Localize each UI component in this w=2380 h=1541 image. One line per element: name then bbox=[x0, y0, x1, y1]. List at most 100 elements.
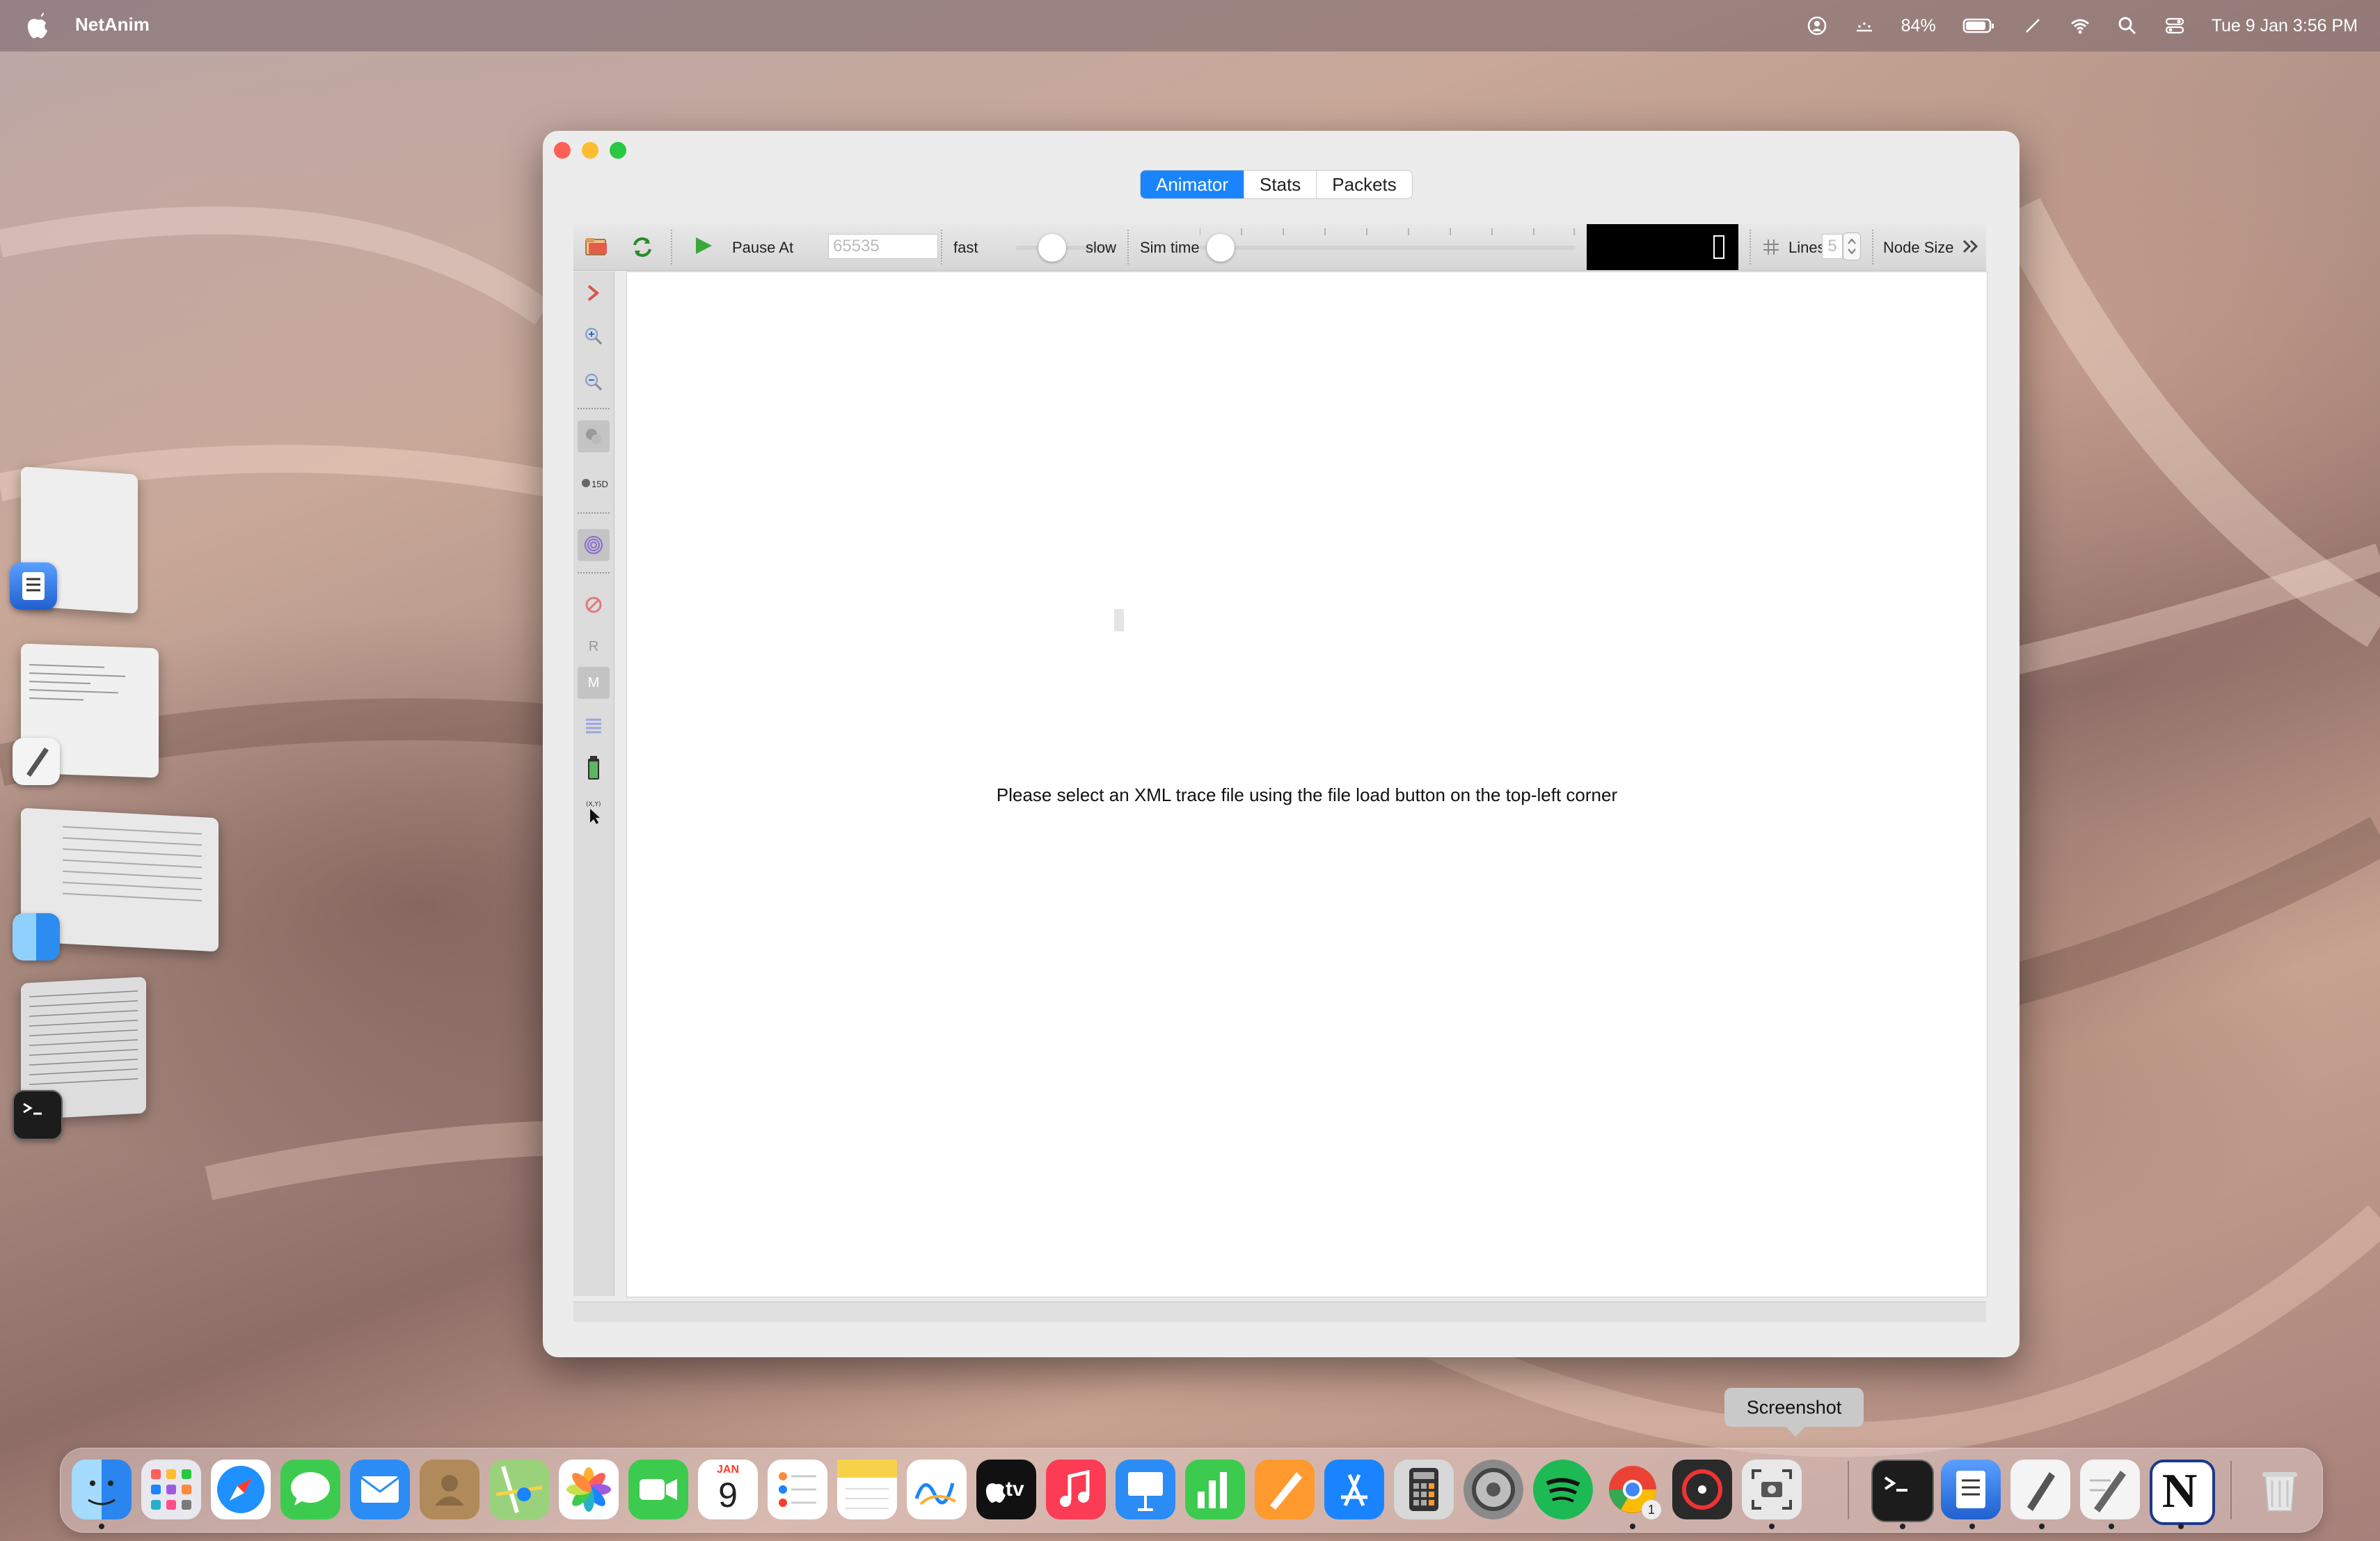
zoom-in-button[interactable] bbox=[578, 320, 610, 352]
grid-icon[interactable] bbox=[1762, 238, 1780, 256]
animation-canvas[interactable]: Please select an XML trace file using th… bbox=[626, 271, 1988, 1297]
netanim-letter: N bbox=[2161, 1464, 2198, 1518]
dock-keynote[interactable] bbox=[1116, 1460, 1175, 1519]
apple-logo-icon[interactable] bbox=[25, 13, 49, 39]
status-area: 84% Tue 9 Jan 3:56 PM bbox=[1807, 0, 2358, 52]
running-indicator bbox=[99, 1524, 104, 1529]
dock-apple-tv[interactable]: tv bbox=[976, 1460, 1036, 1519]
battery-capacity-button[interactable] bbox=[578, 752, 610, 784]
active-app-name[interactable]: NetAnim bbox=[75, 14, 150, 35]
dock-spotify[interactable] bbox=[1533, 1460, 1593, 1519]
dock-launchpad[interactable] bbox=[141, 1460, 201, 1519]
node-size-toggle-button[interactable] bbox=[578, 420, 610, 452]
sidebar-separator bbox=[578, 512, 610, 514]
dock-photos[interactable] bbox=[559, 1460, 619, 1519]
sim-time-slider-track[interactable] bbox=[1200, 246, 1576, 250]
sidebar-separator bbox=[578, 572, 610, 574]
toolbar-separator bbox=[1872, 230, 1873, 264]
tab-stats[interactable]: Stats bbox=[1244, 171, 1317, 198]
nodes-icon bbox=[586, 429, 601, 444]
horizontal-scrollbar[interactable] bbox=[573, 1302, 1986, 1322]
dock-calendar[interactable]: JAN 9 bbox=[698, 1460, 758, 1519]
list-lines-icon bbox=[586, 718, 601, 734]
svg-text:(X,Y): (X,Y) bbox=[586, 801, 601, 808]
dock-terminal[interactable] bbox=[1871, 1460, 1934, 1522]
file-open-icon[interactable] bbox=[585, 235, 608, 258]
node-size-label: Node Size bbox=[1883, 239, 1954, 256]
brightness-icon[interactable] bbox=[1854, 15, 1875, 36]
toolbar-separator bbox=[1127, 230, 1129, 264]
dock-trash[interactable] bbox=[2250, 1460, 2310, 1519]
dock-safari[interactable] bbox=[211, 1460, 271, 1519]
dock-finder[interactable] bbox=[72, 1460, 132, 1519]
canvas-placeholder-mark bbox=[1114, 609, 1124, 631]
tab-animator[interactable]: Animator bbox=[1141, 171, 1245, 198]
metadata-label: M bbox=[587, 674, 600, 690]
reload-icon[interactable] bbox=[630, 235, 654, 259]
dock-script-editor[interactable] bbox=[2010, 1460, 2070, 1519]
pause-at-input[interactable]: 65535 bbox=[828, 234, 938, 259]
dock-text-document[interactable] bbox=[2080, 1460, 2140, 1519]
resolution-button[interactable]: 15D bbox=[578, 469, 610, 501]
dock-screenshot[interactable] bbox=[1742, 1460, 1802, 1519]
close-button[interactable] bbox=[554, 142, 571, 159]
dock-calculator[interactable] bbox=[1394, 1460, 1454, 1519]
dock-screen-recorder[interactable] bbox=[1672, 1460, 1732, 1519]
wireless-circles-button[interactable] bbox=[578, 529, 610, 561]
window-titlebar[interactable] bbox=[543, 131, 2020, 171]
dock-music[interactable] bbox=[1046, 1460, 1106, 1519]
menu-clock[interactable]: Tue 9 Jan 3:56 PM bbox=[2212, 16, 2358, 36]
battery-icon[interactable] bbox=[1962, 15, 1996, 36]
speed-slider-knob[interactable] bbox=[1038, 234, 1066, 262]
dock-messages[interactable] bbox=[280, 1460, 340, 1519]
dock-pages[interactable] bbox=[1255, 1460, 1315, 1519]
control-center-icon[interactable] bbox=[2164, 15, 2185, 36]
running-indicator bbox=[1900, 1524, 1905, 1529]
pen-slash-icon[interactable] bbox=[2022, 15, 2043, 36]
dock-maps[interactable] bbox=[489, 1460, 549, 1519]
running-indicator bbox=[1769, 1524, 1775, 1529]
prohibited-icon bbox=[585, 596, 602, 613]
grid-lines-input[interactable]: 5 bbox=[1822, 234, 1843, 259]
dock-numbers[interactable] bbox=[1185, 1460, 1245, 1519]
spotlight-search-icon[interactable] bbox=[2117, 15, 2138, 36]
dock-freeform[interactable] bbox=[907, 1460, 967, 1519]
dock-chrome[interactable]: 1 bbox=[1603, 1460, 1663, 1519]
expand-sidebar-button[interactable] bbox=[578, 277, 610, 309]
dock-reminders[interactable] bbox=[768, 1460, 827, 1519]
minimize-button[interactable] bbox=[582, 142, 598, 159]
dock-netanim[interactable]: N bbox=[2150, 1460, 2215, 1525]
running-indicator bbox=[2178, 1524, 2184, 1529]
sim-time-ticks bbox=[1200, 228, 1575, 235]
toolbar-separator bbox=[941, 230, 942, 264]
grid-lines-stepper[interactable] bbox=[1843, 232, 1861, 260]
dock-notes[interactable] bbox=[837, 1460, 897, 1519]
play-icon[interactable] bbox=[693, 235, 714, 256]
animator-sidebar: 15D R M (X,Y) bbox=[573, 271, 614, 1296]
dock-system-settings[interactable] bbox=[1463, 1460, 1523, 1519]
sim-time-slider-knob[interactable] bbox=[1207, 234, 1235, 262]
dock-textedit[interactable] bbox=[1941, 1460, 2001, 1519]
dock-app-store[interactable] bbox=[1324, 1460, 1384, 1519]
tab-packets[interactable]: Packets bbox=[1317, 171, 1412, 198]
running-indicator bbox=[2039, 1524, 2045, 1529]
zoom-out-button[interactable] bbox=[578, 366, 610, 398]
maximize-button[interactable] bbox=[610, 142, 626, 159]
packet-list-button[interactable] bbox=[578, 710, 610, 742]
mouse-position-button[interactable]: (X,Y) bbox=[578, 796, 610, 828]
routing-button[interactable]: R bbox=[578, 631, 610, 663]
script-editor-app-icon bbox=[13, 738, 60, 785]
disable-packets-button[interactable] bbox=[578, 589, 610, 621]
toolbar-overflow-chevron-icon[interactable] bbox=[1961, 237, 1982, 256]
user-account-icon[interactable] bbox=[1807, 15, 1827, 36]
dock-mail[interactable] bbox=[350, 1460, 410, 1519]
dock-facetime[interactable] bbox=[628, 1460, 688, 1519]
dock-contacts[interactable] bbox=[420, 1460, 479, 1519]
wifi-icon[interactable] bbox=[2070, 15, 2091, 36]
lines-label: Lines bbox=[1788, 239, 1825, 256]
menu-bar: NetAnim 84% Tue 9 Jan 3:56 PM bbox=[0, 0, 2380, 52]
pause-at-label: Pause At bbox=[732, 239, 794, 256]
battery-percent: 84% bbox=[1901, 15, 1936, 35]
dock-tooltip: Screenshot bbox=[1724, 1388, 1864, 1437]
metadata-button[interactable]: M bbox=[578, 667, 610, 699]
